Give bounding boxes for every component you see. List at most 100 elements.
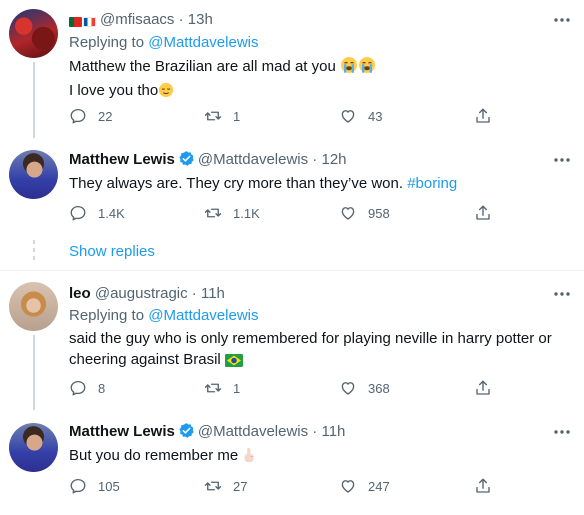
retweet-icon bbox=[204, 481, 222, 491]
retweet-button[interactable]: 1 bbox=[204, 107, 240, 125]
heart-icon bbox=[341, 382, 355, 395]
handle[interactable]: @Mattdavelewis bbox=[198, 151, 308, 168]
timestamp[interactable]: 13h bbox=[188, 11, 213, 28]
retweet-button[interactable]: 1.1K bbox=[204, 204, 260, 222]
like-button[interactable]: 368 bbox=[339, 379, 390, 397]
france-flag-icon bbox=[83, 17, 96, 28]
tweet-actions: 8 1 368 bbox=[69, 379, 499, 399]
handle[interactable]: @mfisaacs bbox=[100, 11, 174, 28]
retweet-button[interactable]: 1 bbox=[204, 379, 240, 397]
reply-button[interactable]: 22 bbox=[69, 107, 112, 125]
more-options-icon[interactable] bbox=[553, 151, 571, 169]
more-options-icon[interactable] bbox=[553, 285, 571, 303]
tweet-text-line: I love you tho bbox=[69, 82, 159, 99]
author-name[interactable]: Matthew Lewis bbox=[69, 423, 175, 440]
timestamp[interactable]: 11h bbox=[201, 285, 225, 302]
separator: · bbox=[187, 285, 201, 302]
reply-icon bbox=[70, 205, 86, 221]
thread-line bbox=[33, 335, 35, 410]
tweet-2[interactable]: Matthew Lewis @Mattdavelewis · 12h They a… bbox=[0, 140, 584, 270]
tweet-header: Matthew Lewis @Mattdavelewis · 12h bbox=[69, 150, 347, 170]
retweet-count: 1.1K bbox=[233, 205, 260, 221]
reply-button[interactable]: 8 bbox=[69, 379, 105, 397]
retweet-icon bbox=[204, 111, 222, 121]
share-icon bbox=[476, 108, 490, 123]
timestamp[interactable]: 11h bbox=[321, 423, 345, 440]
retweet-button[interactable]: 27 bbox=[204, 477, 247, 495]
handle[interactable]: @Mattdavelewis bbox=[198, 423, 308, 440]
tweet-text: But you do remember me bbox=[69, 445, 569, 469]
share-button[interactable] bbox=[474, 107, 492, 125]
like-count: 368 bbox=[368, 380, 390, 396]
tweet-text: said the guy who is only remembered for … bbox=[69, 328, 569, 373]
brazil-flag-icon bbox=[224, 352, 243, 373]
share-button[interactable] bbox=[474, 204, 492, 222]
tweet-text-line: They always are. They cry more than they… bbox=[69, 175, 408, 192]
tweet-actions: 1.4K 1.1K 958 bbox=[69, 204, 499, 224]
loudly-crying-face-icon bbox=[358, 56, 376, 80]
verified-badge-icon bbox=[178, 422, 195, 439]
tweet-text: Matthew the Brazilian are all mad at you… bbox=[69, 56, 569, 104]
tweet-text-line: Matthew the Brazilian are all mad at you bbox=[69, 58, 336, 75]
retweet-count: 27 bbox=[233, 478, 248, 494]
retweet-icon bbox=[204, 208, 222, 218]
tweet-header: Matthew Lewis @Mattdavelewis · 11h bbox=[69, 422, 345, 442]
author-name[interactable]: leo bbox=[69, 285, 91, 302]
reply-count: 1.4K bbox=[98, 205, 125, 221]
like-button[interactable]: 43 bbox=[339, 107, 382, 125]
more-options-icon[interactable] bbox=[553, 11, 571, 29]
reply-count: 8 bbox=[98, 380, 106, 396]
share-icon bbox=[476, 380, 490, 395]
like-count: 958 bbox=[368, 205, 390, 221]
portugal-flag-icon bbox=[69, 17, 82, 28]
share-button[interactable] bbox=[474, 477, 492, 495]
tweet-3[interactable]: leo @augustragic · 11h Replying to @Matt… bbox=[0, 271, 584, 410]
reply-icon bbox=[70, 108, 86, 124]
tweet-text-line: cheering against Brasil bbox=[69, 351, 221, 368]
author-name[interactable]: Matthew Lewis bbox=[69, 151, 175, 168]
tweet-text: They always are. They cry more than they… bbox=[69, 173, 569, 194]
thread-dots bbox=[33, 240, 35, 262]
thread-line bbox=[33, 62, 35, 138]
more-options-icon[interactable] bbox=[553, 423, 571, 441]
tweet-1[interactable]: @mfisaacs · 13h Replying to @Mattdavelew… bbox=[0, 0, 584, 140]
timestamp[interactable]: 12h bbox=[321, 151, 346, 168]
replying-to-handle[interactable]: @Mattdavelewis bbox=[148, 307, 258, 324]
tweet-text-line: said the guy who is only remembered for … bbox=[69, 330, 552, 347]
loudly-crying-face-icon bbox=[340, 56, 358, 80]
share-icon bbox=[476, 205, 490, 220]
pointing-up-hand-icon bbox=[242, 447, 256, 469]
separator: · bbox=[174, 11, 188, 28]
avatar[interactable] bbox=[9, 150, 58, 199]
retweet-count: 1 bbox=[233, 380, 241, 396]
tweet-header: @mfisaacs · 13h bbox=[69, 10, 213, 32]
separator: · bbox=[308, 151, 322, 168]
like-button[interactable]: 247 bbox=[339, 477, 390, 495]
reply-icon bbox=[70, 380, 86, 396]
show-replies-link[interactable]: Show replies bbox=[69, 243, 155, 260]
replying-to-label: Replying to bbox=[69, 307, 149, 324]
replying-to: Replying to @Mattdavelewis bbox=[69, 306, 259, 326]
tweet-text-line: But you do remember me bbox=[69, 447, 239, 464]
replying-to-label: Replying to bbox=[69, 34, 149, 51]
like-button[interactable]: 958 bbox=[339, 204, 390, 222]
verified-badge-icon bbox=[178, 150, 195, 167]
handle[interactable]: @augustragic bbox=[95, 285, 188, 302]
reply-icon bbox=[70, 478, 86, 494]
separator: · bbox=[308, 423, 322, 440]
relieved-face-icon bbox=[158, 82, 174, 104]
avatar[interactable] bbox=[9, 282, 58, 331]
tweet-4[interactable]: Matthew Lewis @Mattdavelewis · 11h But yo… bbox=[0, 410, 584, 515]
avatar[interactable] bbox=[9, 423, 58, 472]
tweet-actions: 22 1 43 bbox=[69, 107, 499, 127]
heart-icon bbox=[341, 480, 355, 493]
share-button[interactable] bbox=[474, 379, 492, 397]
replying-to-handle[interactable]: @Mattdavelewis bbox=[148, 34, 258, 51]
hashtag-link[interactable]: #boring bbox=[407, 175, 457, 192]
reply-count: 22 bbox=[98, 108, 113, 124]
reply-button[interactable]: 105 bbox=[69, 477, 120, 495]
reply-button[interactable]: 1.4K bbox=[69, 204, 125, 222]
replying-to: Replying to @Mattdavelewis bbox=[69, 33, 259, 53]
heart-icon bbox=[341, 110, 355, 123]
avatar[interactable] bbox=[9, 9, 58, 58]
